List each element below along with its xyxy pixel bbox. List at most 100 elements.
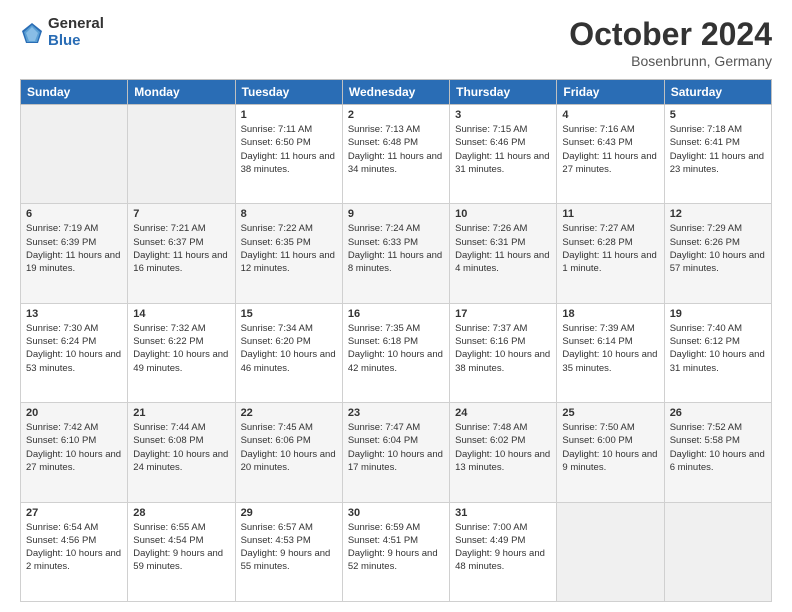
calendar-cell: 21 Sunrise: 7:44 AM Sunset: 6:08 PM Dayli… (128, 403, 235, 502)
calendar-cell: 27 Sunrise: 6:54 AM Sunset: 4:56 PM Dayli… (21, 502, 128, 601)
cell-info: Sunrise: 7:45 AM Sunset: 6:06 PM Dayligh… (241, 421, 337, 474)
cell-info: Sunrise: 7:26 AM Sunset: 6:31 PM Dayligh… (455, 222, 551, 275)
day-number: 13 (26, 308, 122, 320)
location: Bosenbrunn, Germany (569, 53, 772, 69)
logo: General Blue (20, 16, 104, 49)
day-number: 27 (26, 507, 122, 519)
day-number: 17 (455, 308, 551, 320)
cell-info: Sunrise: 7:37 AM Sunset: 6:16 PM Dayligh… (455, 322, 551, 375)
month-title: October 2024 (569, 16, 772, 53)
logo-icon (20, 21, 44, 45)
day-number: 19 (670, 308, 766, 320)
cell-info: Sunrise: 7:29 AM Sunset: 6:26 PM Dayligh… (670, 222, 766, 275)
weekday-header-monday: Monday (128, 80, 235, 105)
calendar-cell (664, 502, 771, 601)
calendar-week-row: 1Sunrise: 7:11 AM Sunset: 6:50 PM Daylig… (21, 105, 772, 204)
calendar-cell: 26 Sunrise: 7:52 AM Sunset: 5:58 PM Dayli… (664, 403, 771, 502)
cell-info: Sunrise: 7:15 AM Sunset: 6:46 PM Dayligh… (455, 123, 551, 176)
calendar-cell: 15 Sunrise: 7:34 AM Sunset: 6:20 PM Dayli… (235, 303, 342, 402)
calendar-cell: 9 Sunrise: 7:24 AM Sunset: 6:33 PM Daylig… (342, 204, 449, 303)
calendar-cell: 1Sunrise: 7:11 AM Sunset: 6:50 PM Daylig… (235, 105, 342, 204)
weekday-header-tuesday: Tuesday (235, 80, 342, 105)
day-number: 15 (241, 308, 337, 320)
day-number: 8 (241, 208, 337, 220)
cell-info: Sunrise: 7:47 AM Sunset: 6:04 PM Dayligh… (348, 421, 444, 474)
cell-info: Sunrise: 7:24 AM Sunset: 6:33 PM Dayligh… (348, 222, 444, 275)
day-number: 26 (670, 407, 766, 419)
calendar-week-row: 20Sunrise: 7:42 AM Sunset: 6:10 PM Dayli… (21, 403, 772, 502)
day-number: 7 (133, 208, 229, 220)
calendar-cell: 28 Sunrise: 6:55 AM Sunset: 4:54 PM Dayli… (128, 502, 235, 601)
cell-info: Sunrise: 7:18 AM Sunset: 6:41 PM Dayligh… (670, 123, 766, 176)
day-number: 21 (133, 407, 229, 419)
calendar-table: SundayMondayTuesdayWednesdayThursdayFrid… (20, 79, 772, 602)
calendar-cell (128, 105, 235, 204)
page: General Blue October 2024 Bosenbrunn, Ge… (0, 0, 792, 612)
day-number: 28 (133, 507, 229, 519)
cell-info: Sunrise: 7:00 AM Sunset: 4:49 PM Dayligh… (455, 521, 551, 574)
cell-info: Sunrise: 7:44 AM Sunset: 6:08 PM Dayligh… (133, 421, 229, 474)
calendar-week-row: 13 Sunrise: 7:30 AM Sunset: 6:24 PM Dayli… (21, 303, 772, 402)
cell-info: Sunrise: 6:57 AM Sunset: 4:53 PM Dayligh… (241, 521, 337, 574)
day-number: 2 (348, 109, 444, 121)
calendar-cell: 8Sunrise: 7:22 AM Sunset: 6:35 PM Daylig… (235, 204, 342, 303)
calendar-cell: 11 Sunrise: 7:27 AM Sunset: 6:28 PM Dayli… (557, 204, 664, 303)
cell-info: Sunrise: 7:48 AM Sunset: 6:02 PM Dayligh… (455, 421, 551, 474)
cell-info: Sunrise: 7:13 AM Sunset: 6:48 PM Dayligh… (348, 123, 444, 176)
cell-info: Sunrise: 7:16 AM Sunset: 6:43 PM Dayligh… (562, 123, 658, 176)
day-number: 11 (562, 208, 658, 220)
cell-info: Sunrise: 7:52 AM Sunset: 5:58 PM Dayligh… (670, 421, 766, 474)
cell-info: Sunrise: 7:39 AM Sunset: 6:14 PM Dayligh… (562, 322, 658, 375)
calendar-cell: 7 Sunrise: 7:21 AM Sunset: 6:37 PM Daylig… (128, 204, 235, 303)
day-number: 5 (670, 109, 766, 121)
calendar-cell: 4 Sunrise: 7:16 AM Sunset: 6:43 PM Daylig… (557, 105, 664, 204)
cell-info: Sunrise: 6:54 AM Sunset: 4:56 PM Dayligh… (26, 521, 122, 574)
calendar-cell: 24 Sunrise: 7:48 AM Sunset: 6:02 PM Dayli… (450, 403, 557, 502)
title-block: October 2024 Bosenbrunn, Germany (569, 16, 772, 69)
cell-info: Sunrise: 7:35 AM Sunset: 6:18 PM Dayligh… (348, 322, 444, 375)
weekday-header-thursday: Thursday (450, 80, 557, 105)
cell-info: Sunrise: 7:11 AM Sunset: 6:50 PM Dayligh… (241, 123, 337, 176)
day-number: 4 (562, 109, 658, 121)
calendar-cell: 22Sunrise: 7:45 AM Sunset: 6:06 PM Dayli… (235, 403, 342, 502)
calendar-cell: 17 Sunrise: 7:37 AM Sunset: 6:16 PM Dayli… (450, 303, 557, 402)
cell-info: Sunrise: 7:50 AM Sunset: 6:00 PM Dayligh… (562, 421, 658, 474)
day-number: 20 (26, 407, 122, 419)
calendar-cell: 18 Sunrise: 7:39 AM Sunset: 6:14 PM Dayli… (557, 303, 664, 402)
day-number: 30 (348, 507, 444, 519)
weekday-header-saturday: Saturday (664, 80, 771, 105)
cell-info: Sunrise: 6:59 AM Sunset: 4:51 PM Dayligh… (348, 521, 444, 574)
cell-info: Sunrise: 6:55 AM Sunset: 4:54 PM Dayligh… (133, 521, 229, 574)
calendar-cell: 25 Sunrise: 7:50 AM Sunset: 6:00 PM Dayli… (557, 403, 664, 502)
calendar-week-row: 27 Sunrise: 6:54 AM Sunset: 4:56 PM Dayli… (21, 502, 772, 601)
cell-info: Sunrise: 7:30 AM Sunset: 6:24 PM Dayligh… (26, 322, 122, 375)
day-number: 9 (348, 208, 444, 220)
cell-info: Sunrise: 7:32 AM Sunset: 6:22 PM Dayligh… (133, 322, 229, 375)
calendar-cell: 19Sunrise: 7:40 AM Sunset: 6:12 PM Dayli… (664, 303, 771, 402)
day-number: 29 (241, 507, 337, 519)
day-number: 31 (455, 507, 551, 519)
day-number: 25 (562, 407, 658, 419)
calendar-cell: 12Sunrise: 7:29 AM Sunset: 6:26 PM Dayli… (664, 204, 771, 303)
cell-info: Sunrise: 7:34 AM Sunset: 6:20 PM Dayligh… (241, 322, 337, 375)
calendar-cell: 30 Sunrise: 6:59 AM Sunset: 4:51 PM Dayli… (342, 502, 449, 601)
cell-info: Sunrise: 7:19 AM Sunset: 6:39 PM Dayligh… (26, 222, 122, 275)
calendar-cell: 5 Sunrise: 7:18 AM Sunset: 6:41 PM Daylig… (664, 105, 771, 204)
calendar-cell: 10Sunrise: 7:26 AM Sunset: 6:31 PM Dayli… (450, 204, 557, 303)
day-number: 3 (455, 109, 551, 121)
day-number: 18 (562, 308, 658, 320)
weekday-header-sunday: Sunday (21, 80, 128, 105)
calendar-cell: 2 Sunrise: 7:13 AM Sunset: 6:48 PM Daylig… (342, 105, 449, 204)
calendar-week-row: 6Sunrise: 7:19 AM Sunset: 6:39 PM Daylig… (21, 204, 772, 303)
weekday-header-wednesday: Wednesday (342, 80, 449, 105)
header: General Blue October 2024 Bosenbrunn, Ge… (20, 16, 772, 69)
cell-info: Sunrise: 7:21 AM Sunset: 6:37 PM Dayligh… (133, 222, 229, 275)
cell-info: Sunrise: 7:27 AM Sunset: 6:28 PM Dayligh… (562, 222, 658, 275)
calendar-cell: 14Sunrise: 7:32 AM Sunset: 6:22 PM Dayli… (128, 303, 235, 402)
calendar-cell: 23Sunrise: 7:47 AM Sunset: 6:04 PM Dayli… (342, 403, 449, 502)
calendar-cell: 13 Sunrise: 7:30 AM Sunset: 6:24 PM Dayli… (21, 303, 128, 402)
calendar-cell (557, 502, 664, 601)
calendar-cell: 29 Sunrise: 6:57 AM Sunset: 4:53 PM Dayli… (235, 502, 342, 601)
calendar-cell: 16Sunrise: 7:35 AM Sunset: 6:18 PM Dayli… (342, 303, 449, 402)
day-number: 24 (455, 407, 551, 419)
